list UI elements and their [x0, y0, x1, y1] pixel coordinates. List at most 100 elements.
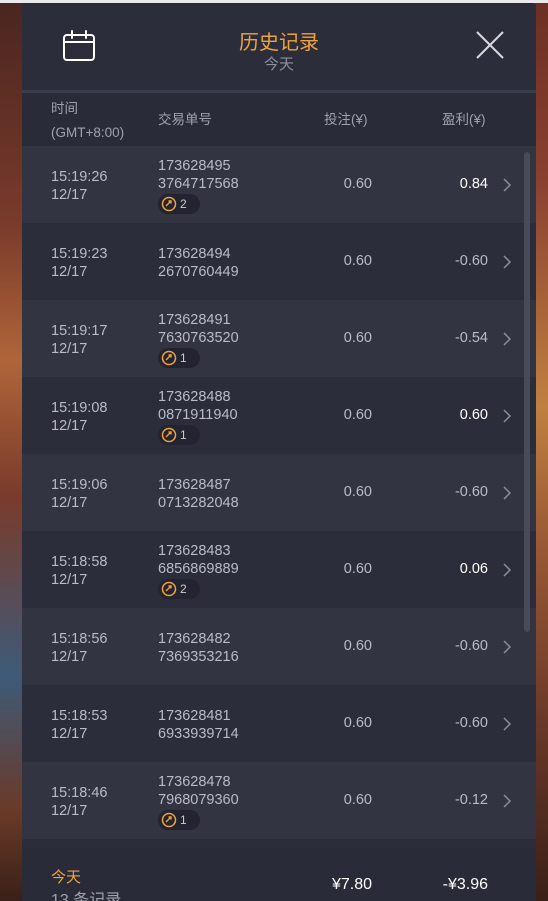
chevron-right-icon[interactable] — [502, 408, 512, 424]
row-order-part1: 173628478 — [158, 774, 231, 790]
scrollbar[interactable] — [524, 152, 530, 632]
summary-footer: 今天 13 条记录 ¥7.80 -¥3.96 — [22, 848, 536, 901]
row-date: 12/17 — [51, 418, 88, 434]
row-time: 15:19:17 — [51, 323, 108, 339]
row-datetime: 15:18:58 12/17 — [51, 553, 107, 589]
table-row[interactable]: 15:18:56 12/17 173628482 7369353216 0.60 -0.6… — [22, 608, 536, 685]
chevron-right-icon[interactable] — [502, 793, 512, 809]
row-order-part2: 7630763520 — [158, 330, 239, 346]
table-row[interactable]: 15:19:23 12/17 173628494 2670760449 0.60 -0.6… — [22, 223, 536, 300]
row-bet: 0.60 — [343, 253, 372, 269]
row-order-part2: 0713282048 — [158, 495, 239, 511]
row-date: 12/17 — [51, 649, 88, 665]
table-row[interactable]: 15:19:17 12/17 173628491 7630763520 1 0.60 -0.… — [22, 300, 536, 377]
history-list: 15:19:26 12/17 173628495 3764717568 2 0.60 0.8… — [22, 146, 536, 839]
table-row[interactable]: 15:19:06 12/17 173628487 0713282048 0.60 -0.6… — [22, 454, 536, 531]
row-date: 12/17 — [51, 495, 88, 511]
row-order-part1: 173628495 — [158, 158, 231, 174]
row-profit: -0.54 — [454, 330, 488, 346]
col-time-header: 时间 (GMT+8:00) — [51, 101, 125, 140]
row-profit: 0.60 — [459, 407, 488, 423]
chevron-right-icon[interactable] — [502, 639, 512, 655]
table-row[interactable]: 15:19:26 12/17 173628495 3764717568 2 0.60 0.8… — [22, 146, 536, 223]
row-time: 15:19:23 — [51, 246, 108, 262]
row-datetime: 15:19:08 12/17 — [51, 399, 107, 435]
row-bet: 0.60 — [343, 792, 372, 808]
badge-count: 1 — [180, 351, 187, 365]
chevron-right-icon[interactable] — [502, 254, 512, 270]
row-order-id: 173628478 7968079360 1 — [158, 773, 239, 835]
row-time: 15:19:06 — [51, 477, 108, 493]
row-bet: 0.60 — [343, 407, 372, 423]
spin-icon — [161, 350, 177, 366]
free-spin-badge: 2 — [158, 194, 200, 214]
row-datetime: 15:18:56 12/17 — [51, 630, 107, 666]
row-date: 12/17 — [51, 341, 88, 357]
row-order-part1: 173628483 — [158, 543, 231, 559]
spin-icon — [161, 581, 177, 597]
free-spin-badge: 2 — [158, 579, 200, 599]
row-order-id: 173628487 0713282048 — [158, 476, 239, 512]
row-order-part2: 7369353216 — [158, 649, 239, 665]
spin-icon — [161, 812, 177, 828]
row-time: 15:18:46 — [51, 785, 108, 801]
col-bet-header: 投注(¥) — [324, 112, 368, 127]
row-order-id: 173628481 6933939714 — [158, 707, 239, 743]
row-order-part2: 0871911940 — [158, 407, 238, 423]
col-profit-header: 盈利(¥) — [442, 112, 486, 127]
summary-period: 今天 — [51, 869, 82, 886]
table-row[interactable]: 15:18:46 12/17 173628478 7968079360 1 0.60 -0.… — [22, 762, 536, 839]
table-row[interactable]: 15:18:53 12/17 173628481 6933939714 0.60 -0.6… — [22, 685, 536, 762]
row-date: 12/17 — [51, 726, 88, 742]
chevron-right-icon[interactable] — [502, 716, 512, 732]
chevron-right-icon[interactable] — [502, 485, 512, 501]
table-row[interactable]: 15:19:08 12/17 173628488 0871911940 1 0.60 0.6… — [22, 377, 536, 454]
row-order-part1: 173628491 — [158, 312, 231, 328]
row-order-part2: 6856869889 — [158, 561, 239, 577]
row-profit: -0.60 — [454, 638, 488, 654]
date-filter-label[interactable]: 今天 — [22, 53, 536, 74]
row-order-id: 173628482 7369353216 — [158, 630, 239, 666]
row-order-part2: 7968079360 — [158, 792, 239, 808]
top-border — [0, 0, 548, 3]
badge-count: 2 — [180, 582, 187, 596]
row-bet: 0.60 — [343, 638, 372, 654]
row-order-id: 173628483 6856869889 2 — [158, 542, 239, 604]
history-panel: 历史记录 今天 时间 (GMT+8:00) 交易单号 投注(¥) 盈利(¥) 15… — [22, 4, 536, 901]
panel-header: 历史记录 今天 — [22, 4, 536, 90]
row-order-id: 173628488 0871911940 1 — [158, 388, 238, 450]
row-order-part1: 173628487 — [158, 477, 231, 493]
row-time: 15:18:56 — [51, 631, 108, 647]
badge-count: 2 — [180, 197, 187, 211]
row-date: 12/17 — [51, 803, 88, 819]
free-spin-badge: 1 — [158, 348, 200, 368]
row-profit: -0.12 — [454, 792, 488, 808]
row-bet: 0.60 — [343, 330, 372, 346]
spin-icon — [161, 196, 177, 212]
row-bet: 0.60 — [343, 715, 372, 731]
col-order-header: 交易单号 — [158, 112, 212, 127]
row-bet: 0.60 — [343, 484, 372, 500]
row-datetime: 15:19:17 12/17 — [51, 322, 107, 358]
background-left-edge — [0, 0, 22, 901]
chevron-right-icon[interactable] — [502, 177, 512, 193]
spin-icon — [161, 427, 177, 443]
row-order-part2: 6933939714 — [158, 726, 239, 742]
badge-count: 1 — [180, 428, 187, 442]
column-headers: 时间 (GMT+8:00) 交易单号 投注(¥) 盈利(¥) — [22, 93, 536, 146]
row-datetime: 15:19:06 12/17 — [51, 476, 107, 512]
row-bet: 0.60 — [343, 176, 372, 192]
total-bet: ¥7.80 — [331, 876, 372, 893]
free-spin-badge: 1 — [158, 425, 200, 445]
close-icon[interactable] — [474, 29, 506, 61]
row-order-part1: 173628488 — [158, 389, 231, 405]
row-datetime: 15:18:46 12/17 — [51, 784, 107, 820]
row-profit: 0.06 — [459, 561, 488, 577]
table-row[interactable]: 15:18:58 12/17 173628483 6856869889 2 0.60 0.0… — [22, 531, 536, 608]
row-profit: 0.84 — [459, 176, 488, 192]
chevron-right-icon[interactable] — [502, 331, 512, 347]
row-time: 15:19:26 — [51, 169, 108, 185]
row-order-part1: 173628494 — [158, 246, 231, 262]
chevron-right-icon[interactable] — [502, 562, 512, 578]
record-count: 13 条记录 — [51, 892, 122, 901]
